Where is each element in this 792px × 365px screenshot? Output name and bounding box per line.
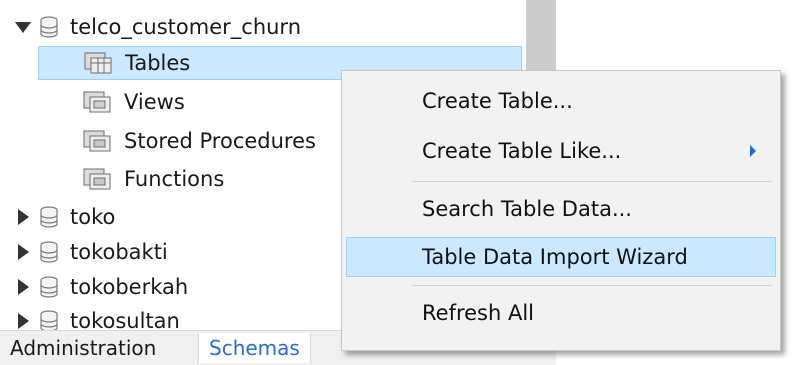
tree-item-views[interactable]: Views [82,85,185,119]
menu-item-label: Table Data Import Wizard [422,245,688,269]
database-icon [40,206,58,228]
menu-item-label: Create Table Like... [422,139,622,163]
schema-label: tokobakti [70,240,168,264]
schema-toko[interactable]: toko [14,200,115,234]
schema-telco-customer-churn[interactable]: telco_customer_churn [14,10,301,44]
menu-item-create-table[interactable]: Create Table... [346,81,776,121]
context-menu: Create Table... Create Table Like... Sea… [341,70,781,351]
expand-arrow-icon[interactable] [14,278,32,296]
menu-item-create-table-like[interactable]: Create Table Like... [346,131,776,171]
submenu-arrow-icon [750,145,756,157]
tree-item-functions[interactable]: Functions [82,162,224,196]
menu-item-label: Refresh All [422,301,535,325]
database-icon [40,276,58,298]
menu-item-search-table-data[interactable]: Search Table Data... [346,189,776,229]
tree-item-label: Views [124,90,185,114]
views-folder-icon [83,91,111,113]
database-icon [40,241,58,263]
menu-item-table-data-import-wizard[interactable]: Table Data Import Wizard [346,237,776,277]
tab-schemas[interactable]: Schemas [198,333,311,363]
tables-folder-icon [84,52,112,74]
expand-arrow-icon[interactable] [14,18,32,36]
tree-item-label: Stored Procedures [124,129,316,153]
schema-label: telco_customer_churn [70,15,302,39]
expand-arrow-icon[interactable] [14,243,32,261]
menu-separator [412,285,772,286]
menu-item-refresh-all[interactable]: Refresh All [346,293,776,333]
tree-item-label: Functions [124,167,225,191]
database-icon [40,16,58,38]
menu-item-label: Search Table Data... [422,197,632,221]
tree-item-label: Tables [125,51,191,75]
functions-folder-icon [83,168,111,190]
tree-item-stored-procedures[interactable]: Stored Procedures [82,124,316,158]
menu-separator [412,181,772,182]
menu-item-label: Create Table... [422,89,573,113]
schema-label: toko [70,205,116,229]
tab-administration[interactable]: Administration [0,333,167,363]
expand-arrow-icon[interactable] [14,312,32,330]
database-icon [40,310,58,332]
schema-tokoberkah[interactable]: tokoberkah [14,270,188,304]
expand-arrow-icon[interactable] [14,208,32,226]
schema-tokobakti[interactable]: tokobakti [14,235,168,269]
schema-label: tokoberkah [70,275,189,299]
stored-procedures-folder-icon [83,130,111,152]
